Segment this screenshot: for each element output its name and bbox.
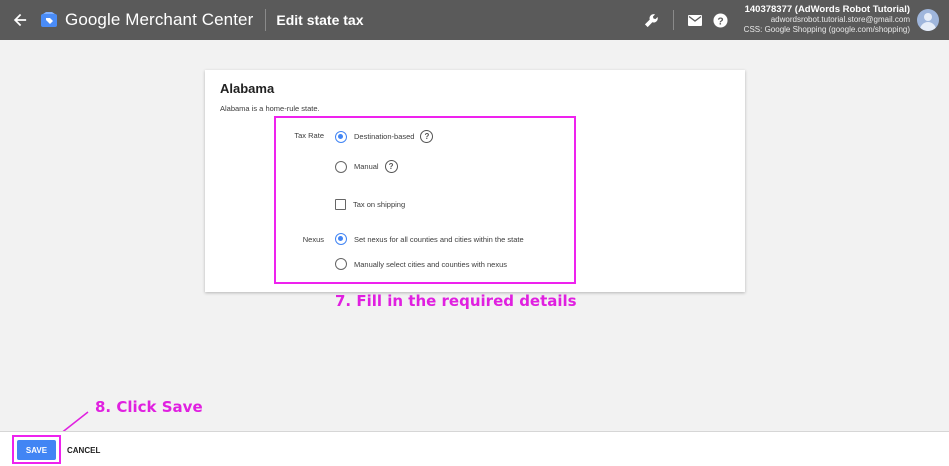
account-name: 140378377 (AdWords Robot Tutorial)	[744, 4, 910, 15]
account-email: adwordsrobot.tutorial.store@gmail.com	[770, 15, 910, 24]
topbar-separator	[672, 10, 674, 30]
save-button[interactable]: SAVE	[17, 440, 56, 460]
svg-text:?: ?	[718, 16, 724, 27]
avatar-icon[interactable]	[917, 9, 939, 31]
cancel-button[interactable]: CANCEL	[67, 440, 100, 460]
annotation-highlight-box	[274, 116, 576, 284]
annotation-step8: 8. Click Save	[95, 398, 203, 416]
top-app-bar: Google Merchant Center Edit state tax ? …	[0, 0, 949, 40]
state-name: Alabama	[220, 81, 275, 96]
merchant-center-logo-icon	[40, 11, 58, 29]
account-info[interactable]: 140378377 (AdWords Robot Tutorial) adwor…	[744, 5, 910, 35]
annotation-step7: 7. Fill in the required details	[335, 292, 577, 310]
wrench-icon[interactable]	[639, 0, 665, 40]
state-description: Alabama is a home-rule state.	[220, 104, 320, 113]
title-divider	[265, 9, 267, 31]
topbar-actions: ? 140378377 (AdWords Robot Tutorial) adw…	[639, 0, 949, 40]
account-css: CSS: Google Shopping (google.com/shoppin…	[743, 25, 910, 34]
back-arrow-icon[interactable]	[0, 0, 40, 40]
bottom-action-bar	[0, 431, 949, 466]
help-icon[interactable]: ?	[708, 0, 734, 40]
mail-icon[interactable]	[682, 0, 708, 40]
app-name[interactable]: Google Merchant Center	[65, 10, 253, 30]
page-title: Edit state tax	[276, 12, 364, 28]
